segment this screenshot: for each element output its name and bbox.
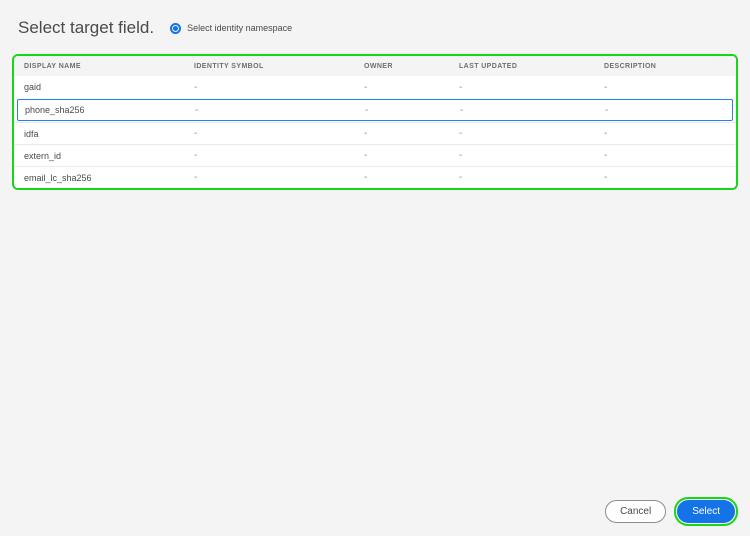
cell-identity-symbol: - (194, 82, 364, 93)
radio-checked-icon (170, 23, 181, 34)
cell-owner: - (364, 128, 459, 139)
cell-owner: - (364, 172, 459, 183)
cell-display-name: idfa (24, 129, 194, 139)
table-row[interactable]: gaid---- (14, 76, 736, 98)
cell-owner: - (364, 150, 459, 161)
cell-identity-symbol: - (194, 150, 364, 161)
cell-display-name: gaid (24, 82, 194, 92)
page-header: Select target field. Select identity nam… (0, 0, 750, 48)
col-header-last-updated: LAST UPDATED (459, 63, 604, 70)
cell-display-name: email_lc_sha256 (24, 173, 194, 183)
cell-identity-symbol: - (195, 105, 365, 116)
cell-owner: - (364, 82, 459, 93)
select-button-highlight: Select (674, 497, 738, 526)
cell-description: - (604, 150, 726, 161)
col-header-owner: OWNER (364, 63, 459, 70)
col-header-display-name: DISPLAY NAME (24, 63, 194, 70)
cancel-button[interactable]: Cancel (605, 500, 666, 523)
table-row[interactable]: extern_id---- (14, 144, 736, 166)
radio-label: Select identity namespace (187, 23, 292, 33)
cell-last-updated: - (459, 172, 604, 183)
table-row[interactable]: phone_sha256---- (17, 99, 733, 121)
cell-last-updated: - (459, 128, 604, 139)
page-title: Select target field. (18, 18, 154, 38)
cell-description: - (604, 172, 726, 183)
table-row[interactable]: idfa---- (14, 122, 736, 144)
cell-identity-symbol: - (194, 128, 364, 139)
cell-owner: - (365, 105, 460, 116)
cell-display-name: phone_sha256 (25, 105, 195, 115)
cell-display-name: extern_id (24, 151, 194, 161)
radio-identity-namespace[interactable]: Select identity namespace (170, 23, 292, 34)
cell-description: - (604, 128, 726, 139)
table-row[interactable]: email_lc_sha256---- (14, 166, 736, 188)
table-header-row: DISPLAY NAME IDENTITY SYMBOL OWNER LAST … (14, 56, 736, 76)
col-header-description: DESCRIPTION (604, 63, 726, 70)
dialog-footer: Cancel Select (605, 497, 738, 526)
cell-last-updated: - (460, 105, 605, 116)
col-header-identity-symbol: IDENTITY SYMBOL (194, 63, 364, 70)
cell-last-updated: - (459, 82, 604, 93)
cell-description: - (604, 82, 726, 93)
cell-last-updated: - (459, 150, 604, 161)
cell-identity-symbol: - (194, 172, 364, 183)
identity-namespace-table: DISPLAY NAME IDENTITY SYMBOL OWNER LAST … (12, 54, 738, 190)
cell-description: - (605, 105, 725, 116)
select-button[interactable]: Select (677, 500, 735, 523)
